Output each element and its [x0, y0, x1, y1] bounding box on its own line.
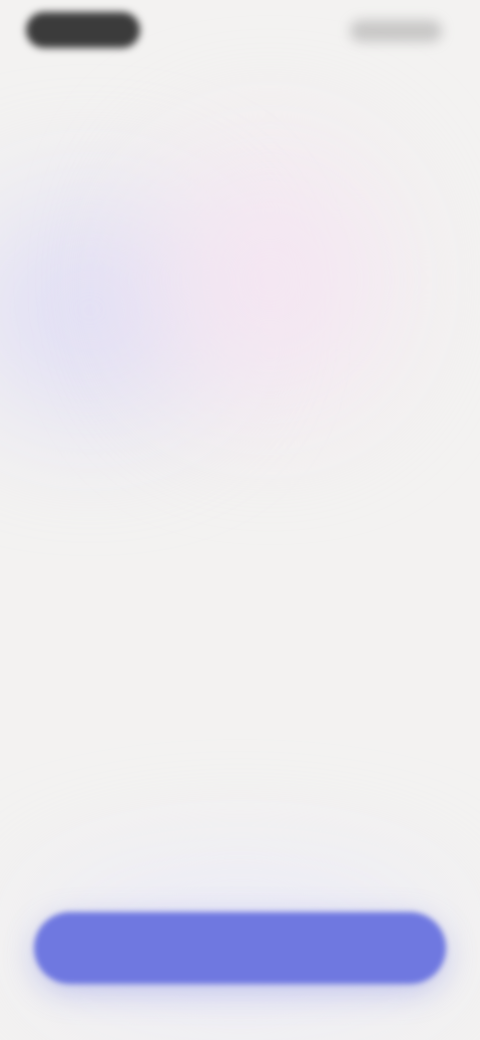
onboarding-screen — [0, 0, 480, 1040]
background-glow-pink — [150, 150, 390, 410]
primary-cta-button[interactable] — [34, 912, 446, 984]
top-right-status-indicators — [350, 20, 442, 42]
top-left-pill-button[interactable] — [26, 12, 140, 48]
background-glow-violet — [0, 200, 220, 420]
